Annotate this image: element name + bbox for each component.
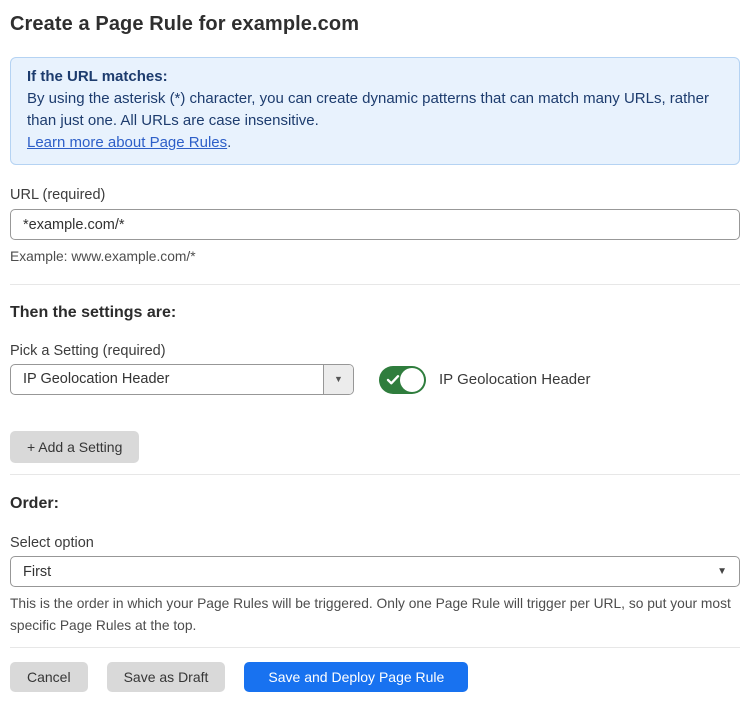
order-select-value: First — [23, 564, 51, 580]
learn-more-page-rules-link[interactable]: Learn more about Page Rules — [27, 134, 227, 151]
check-icon — [386, 374, 400, 386]
toggle-group: IP Geolocation Header — [379, 366, 591, 394]
info-box-heading: If the URL matches: — [27, 66, 723, 88]
section-divider — [10, 284, 740, 285]
cancel-button[interactable]: Cancel — [10, 662, 88, 692]
url-label: URL (required) — [10, 187, 740, 204]
pick-setting-label: Pick a Setting (required) — [10, 343, 740, 360]
chevron-down-icon: ▼ — [334, 375, 343, 384]
create-page-rule-form: Create a Page Rule for example.com If th… — [0, 0, 750, 703]
setting-select-caret-button[interactable]: ▼ — [323, 365, 353, 394]
link-suffix-text: . — [227, 134, 231, 151]
order-select[interactable]: First ▼ — [10, 556, 740, 587]
setting-select-value: IP Geolocation Header — [11, 365, 323, 394]
ip-geolocation-toggle[interactable] — [379, 366, 426, 394]
url-example-helper: Example: www.example.com/* — [10, 246, 740, 268]
url-match-info-box: If the URL matches: By using the asteris… — [10, 57, 740, 165]
url-input[interactable] — [10, 209, 740, 240]
footer-actions: Cancel Save as Draft Save and Deploy Pag… — [10, 662, 740, 692]
info-box-link-line: Learn more about Page Rules. — [27, 132, 723, 154]
toggle-knob — [400, 368, 424, 392]
page-title: Create a Page Rule for example.com — [10, 12, 740, 36]
settings-heading: Then the settings are: — [10, 303, 740, 322]
footer-divider — [10, 647, 740, 648]
order-helper: This is the order in which your Page Rul… — [10, 593, 732, 637]
info-box-body: By using the asterisk (*) character, you… — [27, 88, 723, 132]
select-option-label: Select option — [10, 535, 740, 552]
order-heading: Order: — [10, 494, 740, 513]
save-draft-button[interactable]: Save as Draft — [107, 662, 226, 692]
setting-select[interactable]: IP Geolocation Header ▼ — [10, 364, 354, 395]
chevron-down-icon: ▼ — [717, 567, 727, 577]
toggle-label: IP Geolocation Header — [439, 371, 591, 388]
section-divider — [10, 474, 740, 475]
add-setting-button[interactable]: + Add a Setting — [10, 431, 139, 463]
save-deploy-button[interactable]: Save and Deploy Page Rule — [244, 662, 468, 692]
setting-row: IP Geolocation Header ▼ IP Geolocation H… — [10, 364, 740, 395]
